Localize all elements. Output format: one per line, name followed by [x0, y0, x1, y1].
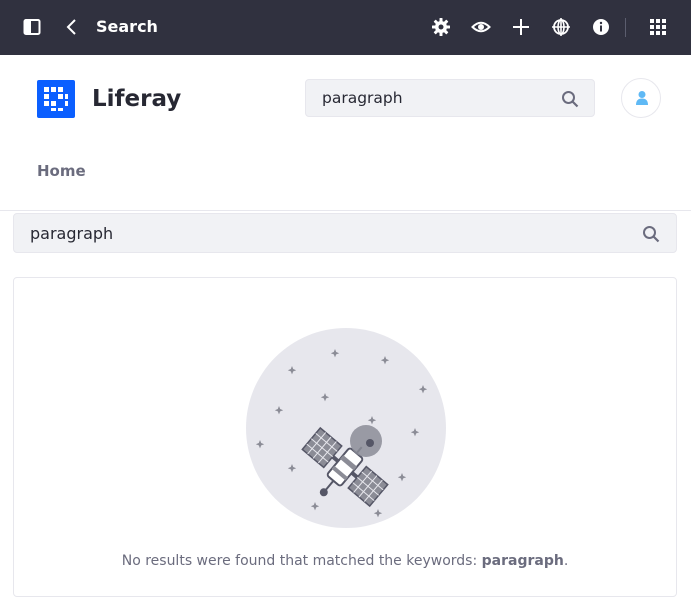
satellite-empty-state-icon: [245, 327, 447, 529]
header-divider: [0, 210, 691, 211]
site-header: Liferay paragraph Home: [0, 55, 691, 211]
header-search-input[interactable]: paragraph: [305, 79, 595, 117]
back-chevron-icon[interactable]: [62, 17, 82, 37]
user-icon: [633, 89, 651, 107]
nav-item-home[interactable]: Home: [37, 162, 86, 180]
toolbar-divider: [625, 18, 626, 37]
empty-results-message: No results were found that matched the k…: [14, 553, 676, 569]
liferay-logo-icon[interactable]: [37, 80, 75, 118]
gear-icon[interactable]: [431, 17, 451, 37]
site-name[interactable]: Liferay: [92, 84, 181, 114]
eye-icon[interactable]: [471, 17, 491, 37]
search-icon[interactable]: [642, 225, 660, 243]
globe-target-icon[interactable]: [551, 17, 571, 37]
page-title: Search: [96, 17, 158, 36]
empty-results-period: .: [563, 553, 569, 569]
search-results-card: No results were found that matched the k…: [13, 277, 677, 597]
search-bar-input[interactable]: paragraph: [13, 213, 677, 253]
apps-grid-icon[interactable]: [648, 17, 668, 37]
sidebar-toggle-icon[interactable]: [22, 17, 42, 37]
plus-icon[interactable]: [511, 17, 531, 37]
search-bar-value[interactable]: paragraph: [30, 224, 113, 243]
search-icon[interactable]: [561, 90, 579, 108]
info-icon[interactable]: [591, 17, 611, 37]
user-avatar-button[interactable]: [621, 78, 661, 118]
control-menu: Search: [0, 0, 691, 55]
empty-results-keyword: paragraph: [481, 553, 564, 569]
empty-results-text: No results were found that matched the k…: [121, 553, 482, 569]
header-search-value[interactable]: paragraph: [322, 89, 403, 107]
